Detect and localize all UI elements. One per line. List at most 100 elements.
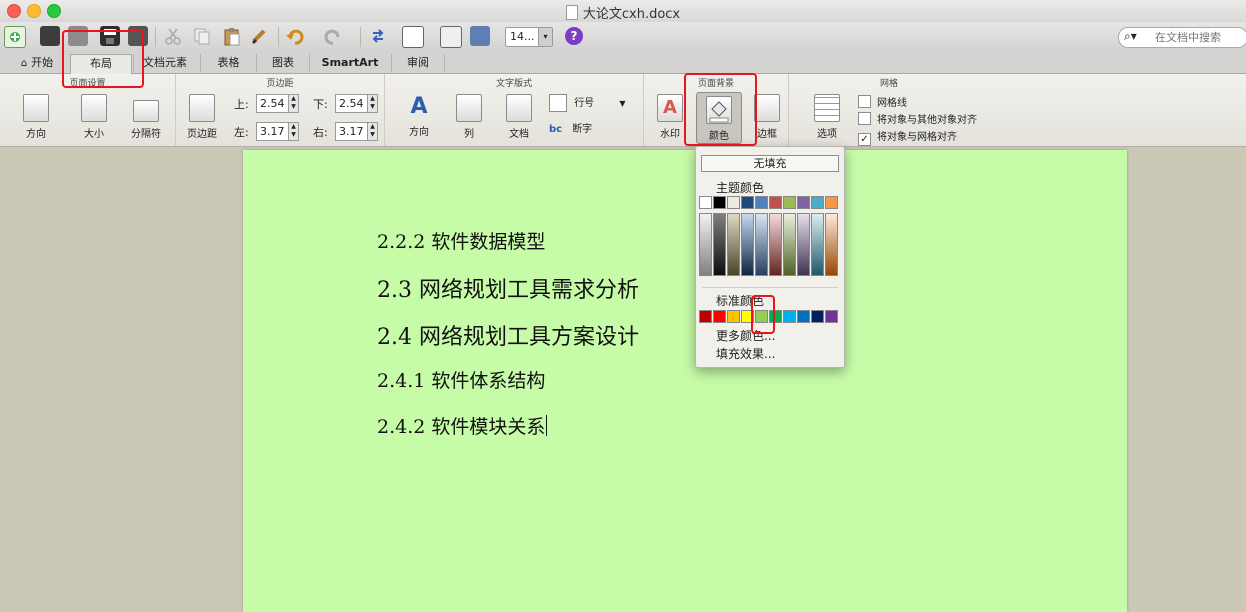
heading-2-4-2-row[interactable]: 2.4.2 软件模块关系 xyxy=(377,412,548,439)
theme-tint-column[interactable] xyxy=(727,213,740,276)
toolbox-icon[interactable] xyxy=(440,26,462,48)
theme-swatch[interactable] xyxy=(699,196,712,209)
search-box[interactable]: ⌕▾ xyxy=(1118,27,1246,48)
search-input[interactable] xyxy=(1153,29,1245,46)
paste-icon[interactable] xyxy=(222,26,242,46)
heading-2-4-2[interactable]: 2.4.2 软件模块关系 xyxy=(377,416,545,438)
theme-swatch[interactable] xyxy=(741,196,754,209)
cut-icon[interactable] xyxy=(163,26,183,46)
top-margin-stepper-icon[interactable]: ▲ ▼ xyxy=(288,95,298,112)
snap-objects-checkbox[interactable] xyxy=(858,112,871,125)
tab-home[interactable]: ⌂ 开始 xyxy=(8,54,66,72)
left-margin-field[interactable]: 3.17 ▲ ▼ xyxy=(256,122,299,141)
right-margin-field[interactable]: 3.17 ▲ ▼ xyxy=(335,122,378,141)
standard-swatch[interactable] xyxy=(727,310,740,323)
heading-2-4[interactable]: 2.4 网络规划工具方案设计 xyxy=(377,319,639,351)
theme-swatch[interactable] xyxy=(783,196,796,209)
theme-colors-heading: 主题颜色 xyxy=(716,181,765,195)
standard-swatch[interactable] xyxy=(713,310,726,323)
text-direction-button[interactable]: A 方向 xyxy=(397,94,441,138)
window-title: 大论文cxh.docx xyxy=(0,3,1246,22)
navigation-icon[interactable] xyxy=(368,26,388,46)
tab-tables-label: 表格 xyxy=(217,56,240,69)
theme-swatch[interactable] xyxy=(727,196,740,209)
document-button[interactable]: 文档 xyxy=(499,94,539,140)
standard-swatch[interactable] xyxy=(825,310,838,323)
heading-2-4-1[interactable]: 2.4.1 软件体系结构 xyxy=(377,366,545,393)
document-page[interactable] xyxy=(243,150,1127,612)
standard-swatch[interactable] xyxy=(699,310,712,323)
theme-swatch[interactable] xyxy=(797,196,810,209)
new-document-icon[interactable] xyxy=(4,26,26,48)
snap-grid-checkbox[interactable]: ✓ xyxy=(858,133,871,146)
tab-review-label: 审阅 xyxy=(407,56,429,69)
redo-icon[interactable] xyxy=(323,26,343,46)
search-icon[interactable]: ⌕▾ xyxy=(1124,29,1137,44)
theme-tint-column[interactable] xyxy=(713,213,726,276)
fill-effects-item[interactable]: 填充效果... xyxy=(716,345,775,362)
zoom-dropdown-icon[interactable]: ▾ xyxy=(538,28,552,46)
snap-objects-checkbox-row[interactable]: 将对象与其他对象对齐 xyxy=(858,111,977,126)
line-numbers-button[interactable]: 行号 ▼ xyxy=(549,94,629,112)
bottom-margin-field[interactable]: 2.54 ▲ ▼ xyxy=(335,94,378,113)
gridlines-label: 网格线 xyxy=(877,98,907,109)
bottom-margin-stepper-icon[interactable]: ▲ ▼ xyxy=(367,95,377,112)
theme-swatch[interactable] xyxy=(755,196,768,209)
line-numbers-dropdown-icon[interactable]: ▼ xyxy=(619,99,625,108)
heading-2-3[interactable]: 2.3 网络规划工具需求分析 xyxy=(377,272,639,304)
undo-icon[interactable] xyxy=(285,26,305,46)
theme-tint-column[interactable] xyxy=(741,213,754,276)
hyphenation-button[interactable]: bc 断字 xyxy=(549,120,629,136)
tab-review[interactable]: 审阅 xyxy=(391,54,445,72)
theme-tint-column[interactable] xyxy=(797,213,810,276)
theme-swatch[interactable] xyxy=(769,196,782,209)
copy-icon[interactable] xyxy=(192,26,212,46)
theme-tint-column[interactable] xyxy=(825,213,838,276)
title-bar: 大论文cxh.docx xyxy=(0,0,1246,23)
margins-button[interactable]: 页边距 xyxy=(182,94,222,140)
size-button[interactable]: 大小 xyxy=(72,94,116,140)
tab-charts[interactable]: 图表 xyxy=(256,54,309,72)
media-browser-icon[interactable] xyxy=(470,26,490,46)
heading-2-2-2[interactable]: 2.2.2 软件数据模型 xyxy=(377,227,545,254)
standard-swatch[interactable] xyxy=(797,310,810,323)
theme-swatch[interactable] xyxy=(811,196,824,209)
tab-charts-label: 图表 xyxy=(272,56,294,69)
columns-button[interactable]: 列 xyxy=(449,94,489,140)
gridlines-checkbox-row[interactable]: 网格线 xyxy=(858,94,907,109)
theme-swatch[interactable] xyxy=(825,196,838,209)
left-margin-stepper-icon[interactable]: ▲ ▼ xyxy=(288,123,298,140)
breaks-button[interactable]: 分隔符 xyxy=(124,94,168,140)
tab-tables[interactable]: 表格 xyxy=(200,54,256,72)
toolbar-divider xyxy=(360,27,361,47)
snap-grid-checkbox-row[interactable]: ✓ 将对象与网格对齐 xyxy=(858,128,957,146)
theme-tint-column[interactable] xyxy=(811,213,824,276)
templates-icon[interactable] xyxy=(40,26,60,46)
zoom-select[interactable]: 14... ▾ xyxy=(505,27,553,47)
grid-options-button[interactable]: 选项 xyxy=(809,94,845,140)
standard-swatch[interactable] xyxy=(811,310,824,323)
theme-swatch[interactable] xyxy=(713,196,726,209)
theme-tint-column[interactable] xyxy=(699,213,712,276)
tab-smartart[interactable]: SmartArt xyxy=(309,54,390,72)
standard-swatch[interactable] xyxy=(783,310,796,323)
format-painter-icon[interactable] xyxy=(250,26,270,46)
right-margin-value: 3.17 xyxy=(339,125,364,138)
toolbar-divider xyxy=(155,27,156,47)
theme-tint-column[interactable] xyxy=(755,213,768,276)
bottom-margin-value: 2.54 xyxy=(339,97,364,110)
help-icon[interactable]: ? xyxy=(565,27,583,45)
watermark-button[interactable]: A 水印 xyxy=(652,94,688,140)
left-margin-value: 3.17 xyxy=(260,125,285,138)
theme-tint-column[interactable] xyxy=(783,213,796,276)
orientation-button[interactable]: 方向 xyxy=(14,94,58,140)
theme-tint-column[interactable] xyxy=(769,213,782,276)
sidebar-toggle-icon[interactable] xyxy=(402,26,424,48)
top-margin-field[interactable]: 2.54 ▲ ▼ xyxy=(256,94,299,113)
right-margin-stepper-icon[interactable]: ▲ ▼ xyxy=(367,123,377,140)
tab-home-label: 开始 xyxy=(31,56,54,69)
standard-toolbar: 14... ▾ ? ⌕▾ xyxy=(0,22,1246,52)
gridlines-checkbox[interactable] xyxy=(858,95,871,108)
document-layout-icon xyxy=(506,94,532,122)
no-fill-button[interactable]: 无填充 xyxy=(701,155,839,172)
